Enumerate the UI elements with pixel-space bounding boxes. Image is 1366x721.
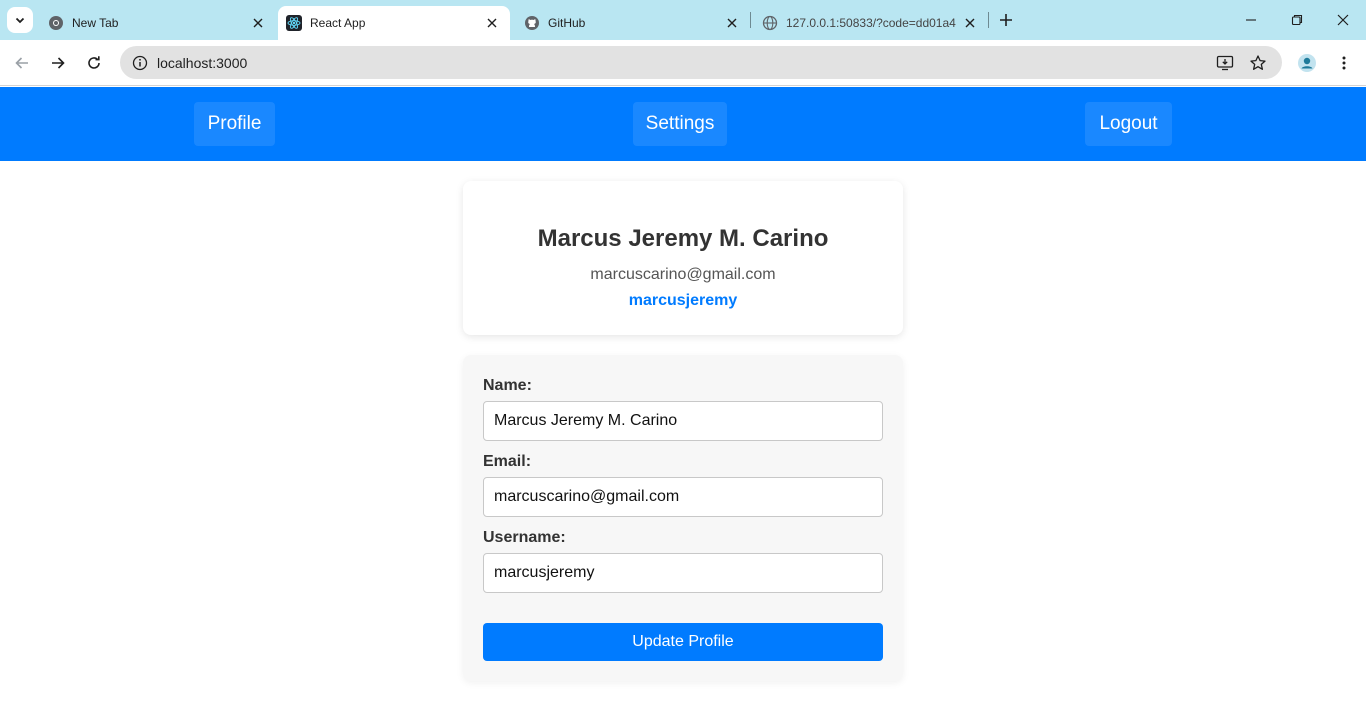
chrome-icon [48,15,64,31]
tab-title: React App [310,16,366,30]
nav-settings-button[interactable]: Settings [633,102,727,146]
arrow-left-icon [15,57,28,69]
chevron-down-icon [15,17,25,24]
close-tab-icon[interactable] [962,15,978,31]
bookmark-star-icon[interactable] [1246,51,1270,75]
back-button[interactable] [8,49,36,77]
update-profile-button[interactable]: Update Profile [483,623,883,661]
browser-toolbar: localhost:3000 [0,40,1366,86]
install-app-icon[interactable] [1213,51,1237,75]
reload-icon [88,56,100,69]
avatar-icon [1298,54,1316,72]
tab-separator [750,12,751,28]
forward-button[interactable] [44,49,72,77]
more-vert-icon [1342,56,1346,70]
email-field[interactable] [483,477,883,517]
username-field[interactable] [483,553,883,593]
tab-github[interactable]: GitHub [516,6,750,40]
close-tab-icon[interactable] [724,15,740,31]
address-bar[interactable]: localhost:3000 [120,46,1282,79]
browser-menu-button[interactable] [1330,49,1358,77]
globe-icon [762,15,778,31]
url-text[interactable]: localhost:3000 [157,55,247,71]
app-navbar: Profile Settings Logout [0,87,1366,161]
tab-title: GitHub [548,16,586,30]
profile-email: marcuscarino@gmail.com [590,266,776,283]
close-tab-icon[interactable] [250,15,266,31]
tab-title: 127.0.0.1:50833/?code=dd01a4 [786,16,956,30]
tab-localhost-callback[interactable]: 127.0.0.1:50833/?code=dd01a4 [754,6,988,40]
name-label: Name: [483,377,532,394]
username-label: Username: [483,529,566,546]
close-icon [1337,14,1349,26]
close-window-button[interactable] [1320,0,1366,40]
nav-logout-button[interactable]: Logout [1085,102,1172,146]
minimize-button[interactable] [1228,0,1274,40]
profile-name: Marcus Jeremy M. Carino [537,225,829,252]
new-tab-button[interactable] [994,8,1018,32]
tab-react-app[interactable]: React App [278,6,510,40]
react-icon [286,15,302,31]
profile-username: marcusjeremy [628,292,738,309]
minimize-icon [1246,19,1256,21]
tab-title: New Tab [72,16,119,30]
profile-form: Name: Email: Username: Update Profile [463,355,903,681]
email-label: Email: [483,453,532,470]
arrow-right-icon [52,57,65,69]
close-tab-icon[interactable] [484,15,500,31]
name-field[interactable] [483,401,883,441]
nav-profile-button[interactable]: Profile [194,102,275,146]
site-info-icon[interactable] [128,51,152,75]
plus-icon [1000,14,1012,26]
restore-icon [1291,14,1303,26]
reload-button[interactable] [80,49,108,77]
profile-avatar-button[interactable] [1293,49,1321,77]
browser-tab-strip: New Tab React App GitHub 127.0.0.1:50833… [0,0,1366,40]
github-icon [524,15,540,31]
profile-card: Marcus Jeremy M. Carino marcuscarino@gma… [463,181,903,335]
restore-button[interactable] [1274,0,1320,40]
tab-separator [988,12,989,28]
tab-new-tab[interactable]: New Tab [40,6,276,40]
tab-search-button[interactable] [7,7,33,33]
